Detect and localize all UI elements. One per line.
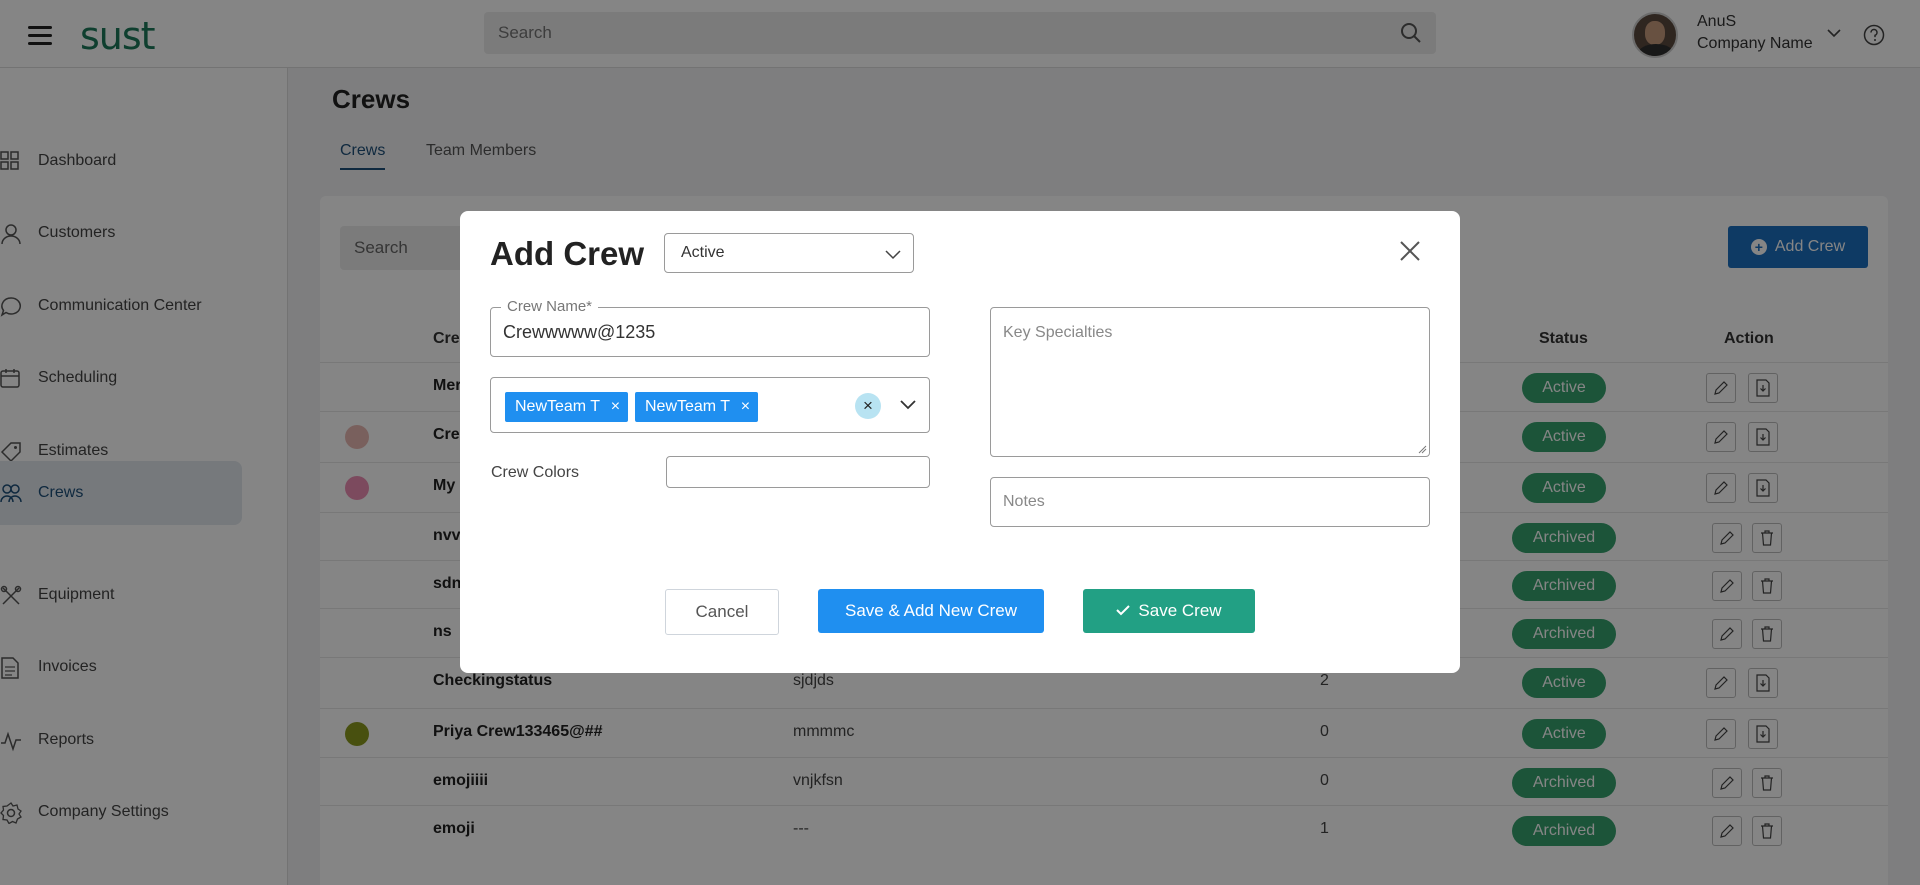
team-chip-label: NewTeam T [515, 398, 601, 415]
team-chip-label: NewTeam T [645, 398, 731, 415]
chevron-down-icon [885, 250, 901, 260]
team-chip: NewTeam T × [505, 392, 629, 422]
close-icon[interactable] [1396, 237, 1424, 265]
save-and-add-new-button[interactable]: Save & Add New Crew [818, 589, 1044, 633]
team-chip: NewTeam T × [635, 392, 759, 422]
status-select-value: Active [681, 244, 725, 261]
crew-colors-input[interactable] [666, 456, 930, 488]
key-specialties-placeholder: Key Specialties [1003, 324, 1113, 341]
notes-placeholder: Notes [1003, 493, 1045, 510]
key-specialties-textarea[interactable]: Key Specialties [990, 307, 1430, 457]
crew-name-label: Crew Name* [501, 298, 599, 315]
resize-handle-icon[interactable] [1417, 444, 1427, 454]
chevron-down-icon[interactable] [899, 398, 917, 412]
remove-chip-icon[interactable]: × [741, 392, 750, 422]
status-select[interactable]: Active [664, 233, 914, 273]
check-icon [1116, 605, 1131, 616]
modal-title: Add Crew [490, 235, 645, 272]
save-crew-label: Save Crew [1138, 601, 1222, 620]
notes-input[interactable]: Notes [990, 477, 1430, 527]
remove-chip-icon[interactable]: × [611, 392, 620, 422]
crew-colors-label: Crew Colors [491, 464, 580, 481]
crew-name-field[interactable]: Crew Name* [490, 298, 930, 357]
save-crew-button[interactable]: Save Crew [1083, 589, 1255, 633]
cancel-button[interactable]: Cancel [665, 589, 779, 635]
add-crew-modal: Add Crew Active Crew Name* NewTeam T × N… [460, 211, 1460, 673]
clear-selection-icon[interactable]: × [855, 393, 881, 419]
crew-name-input[interactable] [503, 322, 913, 343]
team-multiselect[interactable]: NewTeam T × NewTeam T × × [490, 377, 930, 433]
